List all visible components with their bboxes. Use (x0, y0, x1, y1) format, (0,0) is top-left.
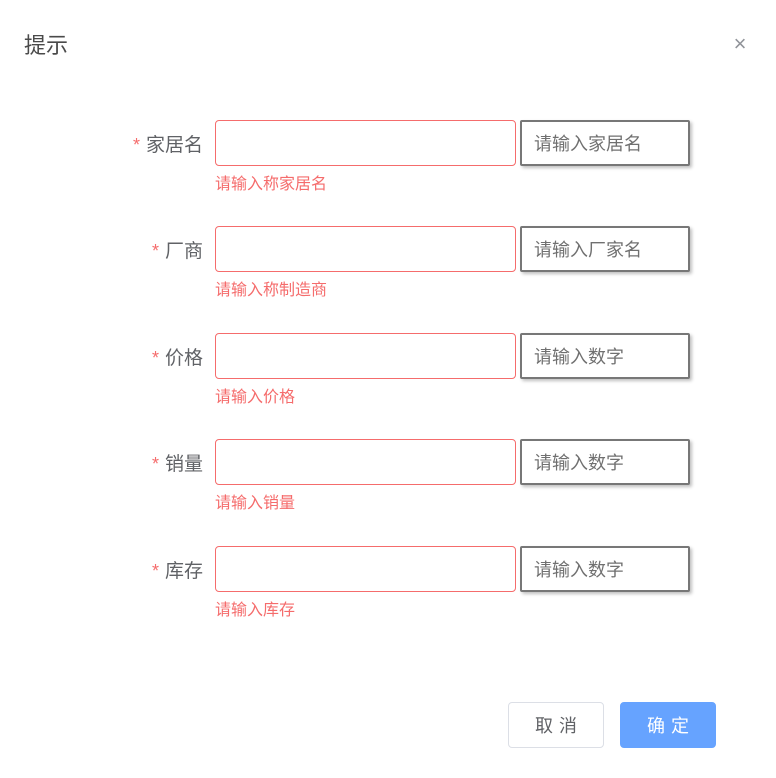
label-text-stock: 库存 (165, 561, 203, 582)
required-asterisk-icon: * (152, 454, 159, 474)
price-input[interactable] (215, 333, 516, 379)
name-error-message: 请输入称家居名 (215, 166, 690, 196)
dialog-header: 提示 × (20, 20, 756, 80)
label-sales: * 销量 (50, 439, 215, 476)
input-col-name: 请输入家居名 请输入称家居名 (215, 120, 690, 196)
label-manufacturer: * 厂商 (50, 226, 215, 263)
label-text-manufacturer: 厂商 (165, 241, 203, 262)
name-append-hint: 请输入家居名 (520, 120, 690, 166)
cancel-button[interactable]: 取消 (508, 702, 604, 748)
form-row-price: * 价格 请输入数字 请输入价格 (50, 333, 726, 409)
stock-append-hint: 请输入数字 (520, 546, 690, 592)
manufacturer-input[interactable] (215, 226, 516, 272)
stock-input[interactable] (215, 546, 516, 592)
sales-input[interactable] (215, 439, 516, 485)
input-row-manufacturer: 请输入厂家名 (215, 226, 690, 272)
sales-append-hint: 请输入数字 (520, 439, 690, 485)
input-row-sales: 请输入数字 (215, 439, 690, 485)
label-stock: * 库存 (50, 546, 215, 583)
input-row-price: 请输入数字 (215, 333, 690, 379)
input-row-stock: 请输入数字 (215, 546, 690, 592)
dialog-footer: 取消 确定 (20, 682, 756, 758)
price-append-hint: 请输入数字 (520, 333, 690, 379)
input-row-name: 请输入家居名 (215, 120, 690, 166)
dialog: 提示 × *家居名 请输入家居名 请输入称家居名 *厂商 请 (0, 0, 776, 778)
form: * 家居名 请输入家居名 请输入称家居名 * 厂商 请输入厂家名 请输入称制造商 (20, 80, 756, 682)
label-text-name: 家居名 (146, 135, 203, 156)
input-col-price: 请输入数字 请输入价格 (215, 333, 690, 409)
required-asterisk-icon: * (152, 241, 159, 261)
form-row-stock: * 库存 请输入数字 请输入库存 (50, 546, 726, 622)
input-col-manufacturer: 请输入厂家名 请输入称制造商 (215, 226, 690, 302)
label-name: * 家居名 (50, 120, 215, 157)
required-asterisk-icon: * (152, 561, 159, 581)
form-row-sales: * 销量 请输入数字 请输入销量 (50, 439, 726, 515)
label-price: * 价格 (50, 333, 215, 370)
input-col-stock: 请输入数字 请输入库存 (215, 546, 690, 622)
price-error-message: 请输入价格 (215, 379, 690, 409)
form-row-name: * 家居名 请输入家居名 请输入称家居名 (50, 120, 726, 196)
label-text-sales: 销量 (165, 454, 203, 475)
sales-error-message: 请输入销量 (215, 485, 690, 515)
manufacturer-append-hint: 请输入厂家名 (520, 226, 690, 272)
manufacturer-error-message: 请输入称制造商 (215, 272, 690, 302)
confirm-button[interactable]: 确定 (620, 702, 716, 748)
input-col-sales: 请输入数字 请输入销量 (215, 439, 690, 515)
required-asterisk-icon: * (152, 348, 159, 368)
stock-error-message: 请输入库存 (215, 592, 690, 622)
dialog-title: 提示 (24, 28, 68, 60)
name-input[interactable] (215, 120, 516, 166)
required-asterisk-icon: * (133, 135, 140, 155)
label-text-price: 价格 (165, 348, 203, 369)
form-row-manufacturer: * 厂商 请输入厂家名 请输入称制造商 (50, 226, 726, 302)
close-icon[interactable]: × (728, 33, 752, 55)
